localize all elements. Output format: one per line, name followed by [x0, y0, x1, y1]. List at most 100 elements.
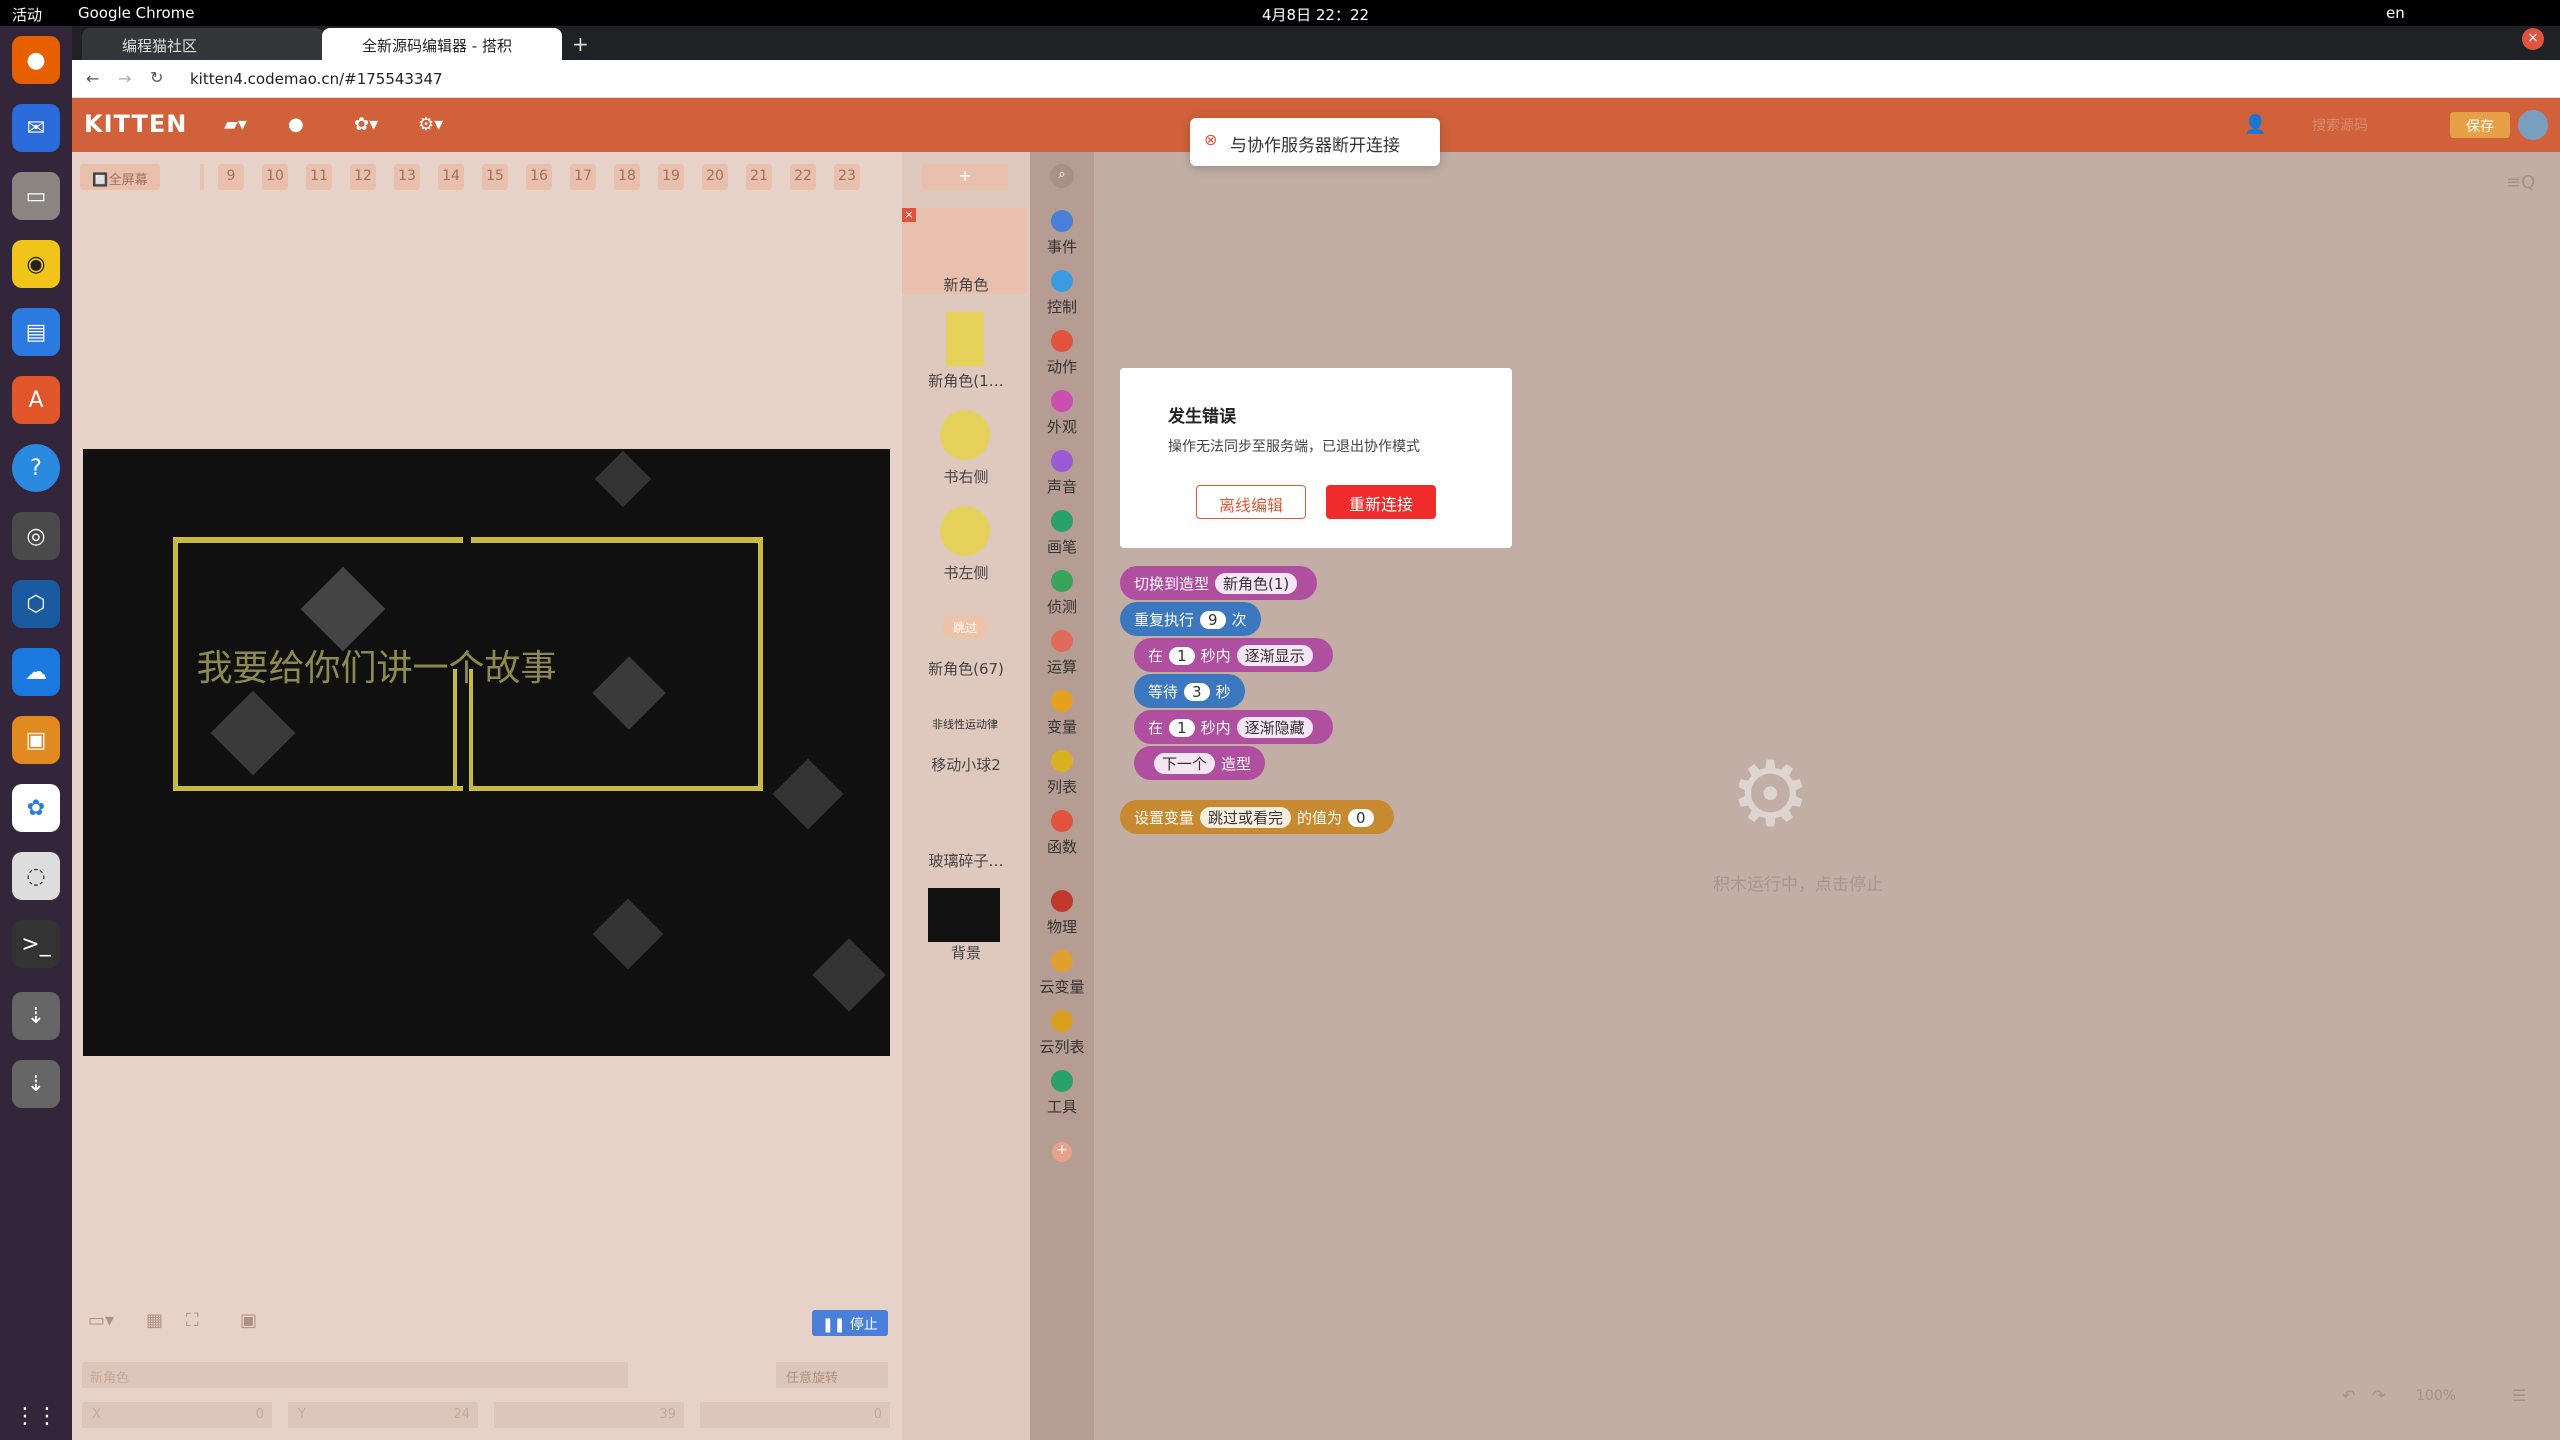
- category-3[interactable]: 外观: [1030, 390, 1094, 437]
- category-8[interactable]: 变量: [1030, 690, 1094, 737]
- save-button[interactable]: 保存: [2450, 112, 2510, 138]
- category-12[interactable]: 云变量: [1030, 950, 1094, 997]
- sprite-label[interactable]: 新角色(67): [902, 658, 1030, 679]
- reconnect-button[interactable]: 重新连接: [1326, 485, 1436, 519]
- category-2[interactable]: 动作: [1030, 330, 1094, 377]
- next-costume-block[interactable]: 下一个 造型: [1134, 746, 1266, 780]
- sprite-label[interactable]: 书左侧: [902, 562, 1030, 583]
- usb-drive-2-icon[interactable]: ⇣: [12, 1060, 60, 1108]
- category-7[interactable]: 运算: [1030, 630, 1094, 677]
- effect-dropdown[interactable]: 逐渐显示: [1236, 645, 1313, 666]
- wait-block[interactable]: 等待 3 秒: [1134, 674, 1245, 708]
- url-field[interactable]: kitten4.codemao.cn/#175543347: [190, 70, 443, 88]
- scene-tab-11[interactable]: 11: [306, 164, 332, 190]
- writer-icon[interactable]: ▤: [12, 308, 60, 356]
- scene-tab-19[interactable]: 19: [658, 164, 684, 190]
- sprite-label[interactable]: 背景: [902, 942, 1030, 963]
- category-6[interactable]: 侦测: [1030, 570, 1094, 617]
- thunderbird-icon[interactable]: ✉: [12, 104, 60, 152]
- screenshot-icon[interactable]: ▣: [240, 1310, 257, 1331]
- fade-in-block[interactable]: 在 1 秒内 逐渐显示: [1134, 638, 1333, 672]
- back-icon[interactable]: ←: [86, 69, 99, 88]
- rotation-field[interactable]: 0: [700, 1402, 890, 1428]
- category-1[interactable]: 控制: [1030, 270, 1094, 317]
- sprite-name-input[interactable]: 新角色: [82, 1362, 628, 1388]
- new-tab-button[interactable]: +: [572, 32, 589, 56]
- scene-tab-10[interactable]: 10: [262, 164, 288, 190]
- scene-tab-9[interactable]: 9: [218, 164, 244, 190]
- category-13[interactable]: 云列表: [1030, 1010, 1094, 1057]
- scene-tab-21[interactable]: 21: [746, 164, 772, 190]
- tab-community[interactable]: 编程猫社区: [82, 28, 324, 60]
- category-14[interactable]: 工具: [1030, 1070, 1094, 1117]
- x-field[interactable]: X0: [82, 1402, 272, 1428]
- stop-button[interactable]: ❚❚ 停止: [812, 1310, 888, 1336]
- redo-icon[interactable]: ↷: [2372, 1386, 2385, 1405]
- category-11[interactable]: 物理: [1030, 890, 1094, 937]
- activities-button[interactable]: 活动: [12, 4, 42, 25]
- variable-value[interactable]: 0: [1348, 809, 1374, 827]
- category-0[interactable]: 事件: [1030, 210, 1094, 257]
- delete-sprite-icon[interactable]: ×: [902, 208, 916, 222]
- language-indicator[interactable]: en: [2386, 4, 2405, 22]
- scene-tab-18[interactable]: 18: [614, 164, 640, 190]
- category-9[interactable]: 列表: [1030, 750, 1094, 797]
- collab-icon[interactable]: 👤: [2244, 114, 2266, 135]
- repeat-block[interactable]: 重复执行 9 次: [1120, 602, 1261, 636]
- set-variable-block[interactable]: 设置变量 跳过或看完 的值为 0: [1120, 800, 1394, 834]
- forward-icon[interactable]: →: [118, 69, 131, 88]
- help-icon[interactable]: ?: [12, 444, 60, 492]
- cat-icon[interactable]: ●: [288, 114, 304, 135]
- sprite-label[interactable]: 书右侧: [902, 466, 1030, 487]
- disk-icon[interactable]: ◌: [12, 852, 60, 900]
- collapse-icon[interactable]: ≡Q: [2506, 172, 2535, 193]
- folder-icon[interactable]: ▰▾: [224, 114, 247, 135]
- files-icon[interactable]: ▭: [12, 172, 60, 220]
- fullscreen-button[interactable]: 🔲全屏幕: [80, 164, 160, 190]
- usb-drive-icon[interactable]: ⇣: [12, 992, 60, 1040]
- offline-edit-button[interactable]: 离线编辑: [1196, 485, 1306, 519]
- clock[interactable]: 4月8日 22：22: [1262, 4, 1369, 25]
- undo-icon[interactable]: ↶: [2342, 1386, 2355, 1405]
- y-field[interactable]: Y 24: [288, 1402, 478, 1428]
- app-grid-icon[interactable]: ⋮⋮: [12, 1392, 60, 1440]
- reload-icon[interactable]: ↻: [150, 68, 163, 87]
- scene-tab-23[interactable]: 23: [834, 164, 860, 190]
- close-window-icon[interactable]: ×: [2522, 28, 2544, 50]
- terminal-icon[interactable]: >_: [12, 920, 60, 968]
- seconds-input[interactable]: 1: [1169, 719, 1195, 737]
- grid-icon[interactable]: ▦: [146, 1310, 163, 1331]
- search-icon[interactable]: ⌕: [1050, 164, 1074, 188]
- wait-seconds[interactable]: 3: [1184, 683, 1210, 701]
- scene-tab-20[interactable]: 20: [702, 164, 728, 190]
- repeat-count[interactable]: 9: [1200, 611, 1226, 629]
- chrome-icon[interactable]: ◎: [12, 512, 60, 560]
- variable-dropdown[interactable]: 跳过或看完: [1200, 807, 1292, 828]
- expand-icon[interactable]: ⛶: [186, 1310, 199, 1331]
- scene-tab-22[interactable]: 22: [790, 164, 816, 190]
- add-sprite-button[interactable]: +: [922, 164, 1008, 190]
- costume-dropdown[interactable]: 新角色(1): [1215, 573, 1298, 594]
- scene-tab-15[interactable]: 15: [482, 164, 508, 190]
- switch-costume-block[interactable]: 切换到造型 新角色(1): [1120, 566, 1318, 600]
- window-app-icon[interactable]: ▣: [12, 716, 60, 764]
- scene-tab-12[interactable]: 12: [350, 164, 376, 190]
- search-input[interactable]: 搜索源码: [2312, 115, 2368, 135]
- seconds-input[interactable]: 1: [1169, 647, 1195, 665]
- stage[interactable]: 我要给你们讲一个故事: [83, 449, 890, 1056]
- next-dropdown[interactable]: 下一个: [1154, 753, 1216, 774]
- sprite-label[interactable]: 移动小球2: [902, 754, 1030, 775]
- stage-size-icon[interactable]: ▭▾: [88, 1310, 114, 1331]
- logo[interactable]: KITTEN: [84, 110, 187, 138]
- scene-tab-17[interactable]: 17: [570, 164, 596, 190]
- size-field[interactable]: 39: [494, 1402, 684, 1428]
- sprite-label[interactable]: 玻璃碎子…: [902, 850, 1030, 871]
- scene-tab-16[interactable]: 16: [526, 164, 552, 190]
- rotate-mode-select[interactable]: 任意旋转: [776, 1362, 888, 1388]
- firefox-icon[interactable]: ●: [12, 36, 60, 84]
- baidu-netdisk-icon[interactable]: ✿: [12, 784, 60, 832]
- share-icon[interactable]: ✿▾: [354, 114, 378, 135]
- scene-tab-14[interactable]: 14: [438, 164, 464, 190]
- settings-icon[interactable]: ⚙▾: [418, 114, 443, 135]
- avatar[interactable]: [2518, 110, 2548, 140]
